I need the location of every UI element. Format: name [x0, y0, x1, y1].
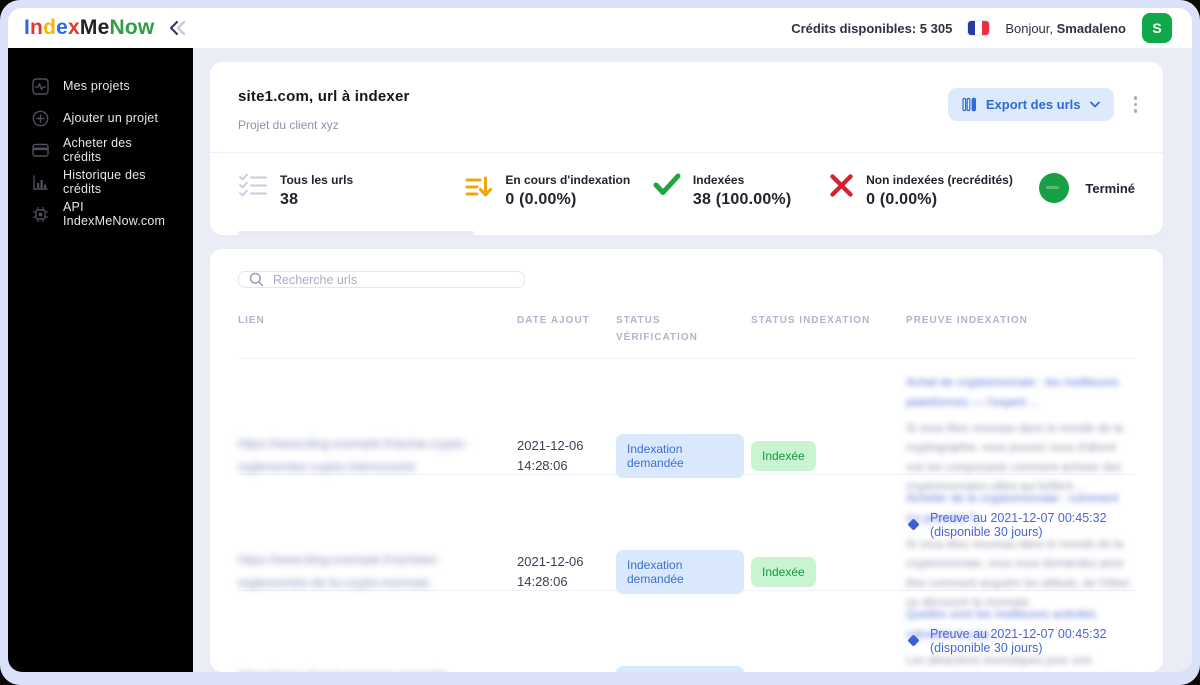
logo-letter: d	[43, 16, 57, 39]
sidebar-item-label: API IndexMeNow.com	[63, 200, 166, 228]
cross-icon	[829, 173, 854, 198]
logo-letter: x	[68, 16, 80, 39]
app-logo[interactable]: IndexMeNow	[24, 16, 154, 40]
stat-en-cours: En cours d'indexation 0 (0.00%)	[465, 173, 653, 209]
main-content: site1.com, url à indexer Projet du clien…	[193, 48, 1192, 672]
check-icon	[653, 173, 681, 197]
stat-value: 38 (100.00%)	[692, 191, 792, 208]
date-added: 2021-12-0614:28:06	[517, 553, 584, 589]
window-frame: IndexMeNow Crédits disponibles: 5 305 Bo…	[0, 0, 1200, 685]
app-window: IndexMeNow Crédits disponibles: 5 305 Bo…	[8, 8, 1192, 672]
user-greeting: Bonjour, Smadaleno	[1005, 21, 1126, 36]
url-link-redacted[interactable]: https://www.depart-entrevue-generale-cal…	[238, 665, 488, 672]
page-title: site1.com, url à indexer	[238, 88, 410, 105]
stat-indexees: Indexées 38 (100.00%)	[653, 173, 829, 209]
stat-label: Indexées	[692, 173, 745, 187]
stat-non-indexees: Non indexées (recrédités) 0 (0.00%)	[829, 173, 1039, 209]
logo-letter: N	[109, 16, 125, 39]
export-button-label: Export des urls	[985, 97, 1081, 112]
stat-termine: Terminé	[1039, 173, 1135, 203]
sidebar-item-label: Mes projets	[63, 79, 130, 93]
sidebar-item-label: Acheter des crédits	[63, 136, 132, 164]
stat-value: 0 (0.00%)	[505, 191, 577, 208]
search-input[interactable]	[273, 272, 514, 287]
table-row: https://www.blog-exemple.fr/acheter-regl…	[238, 475, 1135, 655]
export-urls-button[interactable]: Export des urls	[947, 88, 1114, 121]
export-icon	[962, 97, 977, 112]
chevron-down-icon	[1089, 101, 1100, 108]
sidebar-item-label: Historique des crédits	[63, 168, 146, 196]
logo-letter: o	[124, 16, 138, 39]
sidebar-item-acheter-credits[interactable]: Acheter des crédits	[8, 134, 193, 166]
search-box	[238, 271, 525, 288]
top-bar: IndexMeNow Crédits disponibles: 5 305 Bo…	[8, 8, 1192, 48]
status-indexation-badge: Indexée	[751, 556, 816, 587]
stat-label: En cours d'indexation	[505, 173, 631, 187]
credit-card-icon	[32, 142, 49, 159]
column-header-status-verification[interactable]: Status vérification	[616, 312, 744, 346]
url-link-redacted[interactable]: https://www.blog-exemple.fr/acheter-regl…	[238, 549, 488, 594]
date-added: 2021-12-0614:28:06	[517, 437, 584, 473]
table-row: https://www.blog-exemple.fr/achat-crypto…	[238, 359, 1135, 539]
status-verification-badge: Indexation demandée	[616, 665, 744, 672]
greeting-prefix: Bonjour,	[1005, 20, 1057, 36]
proof-title-redacted[interactable]: Acheter de la cryptomonnaie : comment s'…	[906, 489, 1135, 529]
bar-chart-icon	[32, 174, 49, 191]
proof-title-redacted[interactable]: Quelles sont les meilleures activités ca…	[906, 605, 1135, 645]
project-heading: site1.com, url à indexer Projet du clien…	[238, 88, 410, 132]
user-name: Smadaleno	[1056, 20, 1126, 36]
column-header-lien[interactable]: Lien	[238, 312, 510, 329]
stat-value: 0 (0.00%)	[866, 191, 938, 208]
credits-available: Crédits disponibles: 5 305	[791, 20, 953, 36]
indexing-arrow-icon	[465, 173, 493, 201]
stat-label: Non indexées (recrédités)	[866, 173, 1013, 187]
status-verification-badge: Indexation demandée	[616, 433, 744, 478]
urls-table-card: Lien Date ajout Status vérification Stat…	[210, 249, 1163, 672]
status-label: Terminé	[1085, 180, 1135, 196]
date-added: 2021-12-0614:28:06	[517, 668, 609, 672]
proof-title-redacted[interactable]: Achat de cryptomonnaie : les meilleures …	[906, 373, 1135, 413]
green-dot-icon	[1039, 173, 1070, 203]
search-icon	[249, 272, 264, 287]
logo-letter: M	[79, 16, 98, 39]
logo-letter: n	[30, 16, 44, 39]
url-link-redacted[interactable]: https://www.blog-exemple.fr/achat-crypto…	[238, 433, 488, 478]
sidebar-item-label: Ajouter un projet	[63, 111, 159, 125]
status-indexation-badge: Indexée	[751, 440, 816, 471]
plus-circle-icon	[32, 110, 49, 127]
chip-icon	[32, 206, 49, 223]
sidebar-item-mes-projets[interactable]: Mes projets	[8, 70, 193, 102]
table-header: Lien Date ajout Status vérification Stat…	[238, 312, 1135, 359]
sidebar-item-historique-credits[interactable]: Historique des crédits	[8, 166, 193, 198]
activity-icon	[32, 77, 49, 95]
project-subtitle: Projet du client xyz	[238, 118, 339, 132]
proof-excerpt-redacted: Les attractions touristiques pour une pr…	[906, 654, 1092, 667]
logo-letter: e	[56, 16, 68, 39]
french-flag-icon[interactable]	[968, 21, 990, 35]
project-summary-card: site1.com, url à indexer Projet du clien…	[210, 62, 1163, 235]
logo-letter: w	[137, 16, 155, 39]
column-header-preuve-indexation[interactable]: Preuve indexation	[906, 312, 1135, 329]
status-verification-badge: Indexation demandée	[616, 549, 744, 594]
logo-letter: e	[97, 16, 110, 39]
collapse-sidebar-icon[interactable]	[168, 20, 190, 36]
proof-excerpt-redacted: Si vous êtes nouveau dans le monde de la…	[906, 538, 1131, 610]
more-options-icon[interactable]	[1132, 94, 1140, 115]
stat-total-urls: Tous les urls 38	[238, 173, 474, 235]
column-header-status-indexation[interactable]: Status indexation	[751, 312, 899, 329]
sidebar-item-api[interactable]: API IndexMeNow.com	[8, 198, 193, 230]
sidebar: Mes projets Ajouter un projet Acheter de…	[8, 48, 193, 672]
proof-cell: Quelles sont les meilleures activités ca…	[906, 605, 1135, 672]
progress-track	[238, 231, 474, 235]
stat-value: 38	[280, 191, 299, 208]
avatar[interactable]: S	[1142, 13, 1172, 43]
sidebar-item-ajouter-projet[interactable]: Ajouter un projet	[8, 102, 193, 134]
checklist-icon	[238, 173, 268, 200]
stats-row: Tous les urls 38 En cours d'indexation 0…	[210, 153, 1163, 235]
column-header-date-ajout[interactable]: Date ajout	[517, 312, 609, 329]
top-bar-right: Crédits disponibles: 5 305 Bonjour, Smad…	[791, 13, 1172, 43]
proof-excerpt-redacted: Si vous êtes nouveau dans le monde de la…	[906, 422, 1123, 494]
stat-label: Tous les urls	[280, 173, 354, 187]
